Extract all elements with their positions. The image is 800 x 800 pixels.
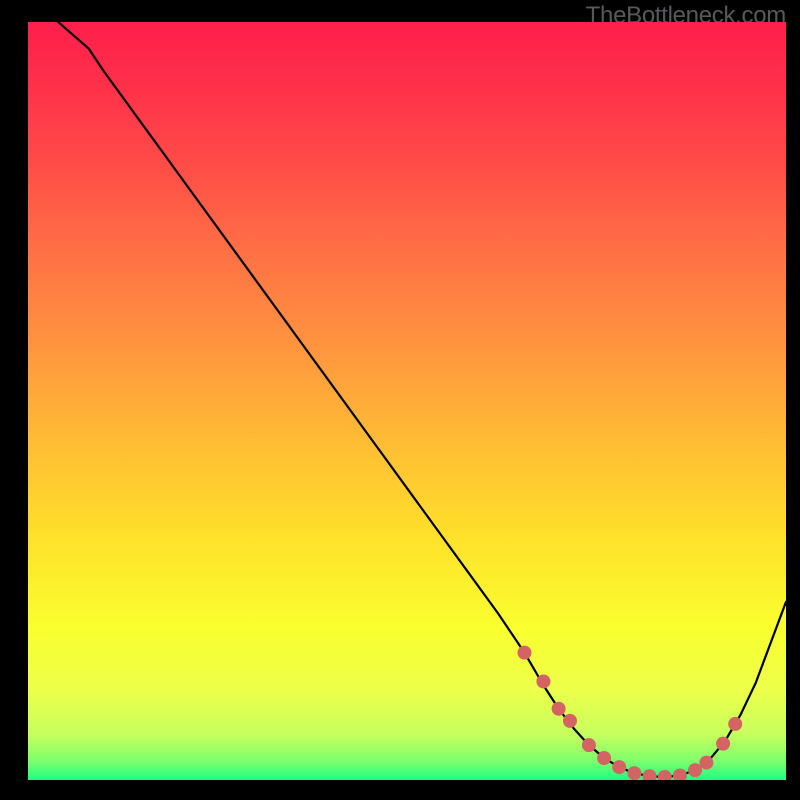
- marker-dot: [627, 766, 641, 780]
- marker-dot: [552, 702, 566, 716]
- marker-dot: [563, 714, 577, 728]
- marker-dot: [716, 737, 730, 751]
- marker-dot: [688, 763, 702, 777]
- marker-dot: [582, 738, 596, 752]
- chart-frame: [28, 22, 786, 780]
- marker-dot: [517, 646, 531, 660]
- marker-dot: [536, 674, 550, 688]
- gradient-background: [28, 22, 786, 780]
- marker-dot: [699, 756, 713, 770]
- marker-dot: [728, 717, 742, 731]
- bottleneck-chart: [28, 22, 786, 780]
- marker-dot: [597, 751, 611, 765]
- marker-dot: [612, 760, 626, 774]
